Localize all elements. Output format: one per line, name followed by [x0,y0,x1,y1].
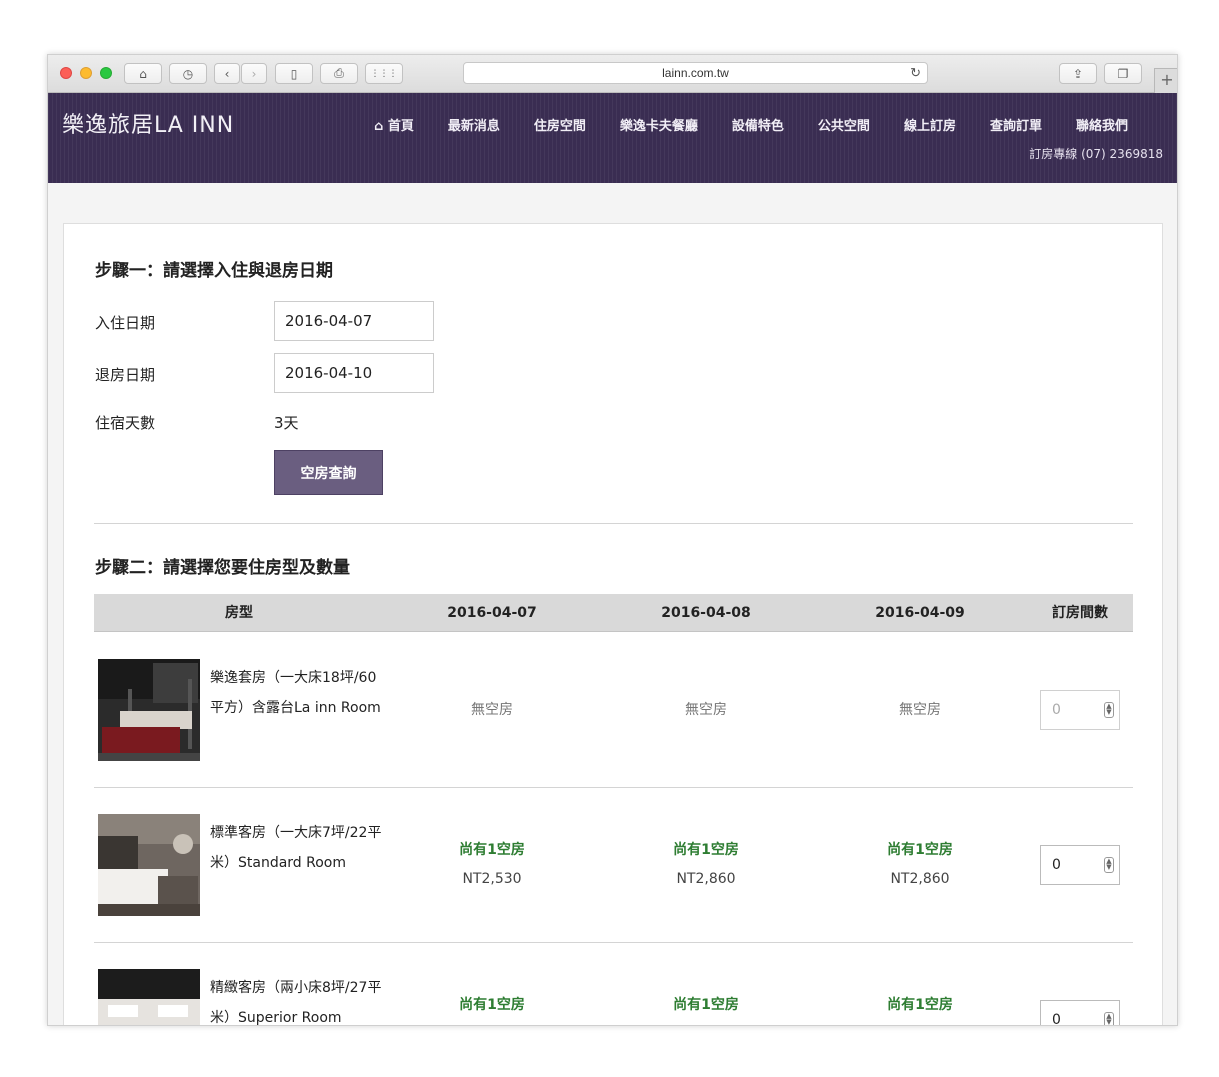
sidebar-icon[interactable]: ▯ [275,63,313,84]
availability-cell: 尚有1空房 NT2,860 [887,842,953,887]
main-nav: ⌂ 首頁 最新消息 住房空間 樂逸卡夫餐廳 設備特色 公共空間 線上訂房 查詢訂… [368,115,1128,134]
zoom-window-button[interactable] [100,67,112,79]
address-bar[interactable]: lainn.com.tw ↻ [463,62,928,84]
nav-item-booking[interactable]: 線上訂房 [904,115,956,134]
nav-item-rooms[interactable]: 住房空間 [534,115,586,134]
column-header-date: 2016-04-09 [875,605,965,621]
close-window-button[interactable] [60,67,72,79]
room-photo[interactable] [98,814,200,916]
room-photo[interactable] [98,969,200,1025]
nav-item-facilities[interactable]: 設備特色 [732,115,784,134]
browser-window: ⌂ ◷ ‹ › ▯ ⎙ ⋮⋮⋮ lainn.com.tw ↻ ⇪ ❐ + 樂逸旅… [47,54,1178,1026]
room-name: 樂逸套房（一大床18坪/60平方）含露台La inn Room [210,670,381,716]
nav-item-home[interactable]: ⌂ 首頁 [374,115,414,134]
back-icon[interactable]: ‹ [214,63,240,84]
column-header-date: 2016-04-07 [447,605,537,621]
column-header-quantity: 訂房間數 [1052,605,1108,621]
availability-cell: 無空房 [471,702,513,718]
room-quantity-input[interactable]: 0 ▲ ▼ [1040,690,1120,730]
checkin-label: 入住日期 [95,314,156,332]
nav-item-restaurant[interactable]: 樂逸卡夫餐廳 [620,115,698,134]
room-row: 精緻客房（兩小床8坪/27平米）Superior Room 尚有1空房 尚有1空… [94,943,1133,1026]
availability-search-button[interactable]: 空房查詢 [274,450,383,495]
nav-item-public-space[interactable]: 公共空間 [818,115,870,134]
checkout-date-input[interactable]: 2016-04-10 [274,353,434,393]
availability-cell: 尚有1空房 [459,997,525,1013]
history-icon[interactable]: ◷ [169,63,207,84]
step1-title: 步驟一：請選擇入住與退房日期 [95,261,333,281]
availability-cell: 尚有1空房 NT2,530 [459,842,525,887]
minimize-window-button[interactable] [80,67,92,79]
reload-icon[interactable]: ↻ [910,63,921,83]
checkin-date-input[interactable]: 2016-04-07 [274,301,434,341]
booking-hotline: 訂房專線 (07) 2369818 [1029,147,1163,161]
share-icon[interactable]: ⇪ [1059,63,1097,84]
url-text: lainn.com.tw [662,66,729,80]
nights-label: 住宿天數 [95,414,156,432]
availability-cell: 無空房 [685,702,727,718]
availability-cell: 尚有1空房 NT2,860 [673,842,739,887]
room-table-header: 房型 2016-04-07 2016-04-08 2016-04-09 訂房間數 [94,594,1133,632]
room-row: 標準客房（一大床7坪/22平米）Standard Room 尚有1空房 NT2,… [94,788,1133,943]
new-tab-icon[interactable]: + [1154,68,1177,93]
section-divider [94,523,1133,524]
column-header-room-type: 房型 [225,605,253,621]
site-header: 樂逸旅居LA INN ⌂ 首頁 最新消息 住房空間 樂逸卡夫餐廳 設備特色 公共… [48,93,1177,183]
home-icon: ⌂ [374,119,388,134]
availability-cell: 無空房 [899,702,941,718]
room-name: 精緻客房（兩小床8坪/27平米）Superior Room [210,980,382,1026]
quantity-stepper-icon[interactable]: ▲ ▼ [1104,1012,1114,1025]
room-quantity-input[interactable]: 0 ▲ ▼ [1040,845,1120,885]
column-header-date: 2016-04-08 [661,605,751,621]
nav-item-news[interactable]: 最新消息 [448,115,500,134]
room-photo[interactable] [98,659,200,761]
browser-toolbar: ⌂ ◷ ‹ › ▯ ⎙ ⋮⋮⋮ lainn.com.tw ↻ ⇪ ❐ + [48,55,1177,93]
availability-cell: 尚有1空房 [887,997,953,1013]
forward-icon[interactable]: › [241,63,267,84]
home-icon[interactable]: ⌂ [124,63,162,84]
nights-value: 3天 [274,414,299,432]
nav-item-order-lookup[interactable]: 查詢訂單 [990,115,1042,134]
site-logo[interactable]: 樂逸旅居LA INN [62,107,234,139]
top-sites-icon[interactable]: ⋮⋮⋮ [365,63,403,84]
print-icon[interactable]: ⎙ [320,63,358,84]
booking-panel: 步驟一：請選擇入住與退房日期 入住日期 2016-04-07 退房日期 2016… [63,223,1163,1026]
step2-title: 步驟二：請選擇您要住房型及數量 [95,558,350,578]
tabs-overview-icon[interactable]: ❐ [1104,63,1142,84]
availability-cell: 尚有1空房 [673,997,739,1013]
quantity-stepper-icon[interactable]: ▲ ▼ [1104,857,1114,873]
nav-item-contact[interactable]: 聯絡我們 [1076,115,1128,134]
room-quantity-input[interactable]: 0 ▲ ▼ [1040,1000,1120,1025]
checkout-label: 退房日期 [95,366,156,384]
room-row: 樂逸套房（一大床18坪/60平方）含露台La inn Room 無空房 無空房 … [94,633,1133,788]
quantity-stepper-icon[interactable]: ▲ ▼ [1104,702,1114,718]
room-name: 標準客房（一大床7坪/22平米）Standard Room [210,825,382,871]
